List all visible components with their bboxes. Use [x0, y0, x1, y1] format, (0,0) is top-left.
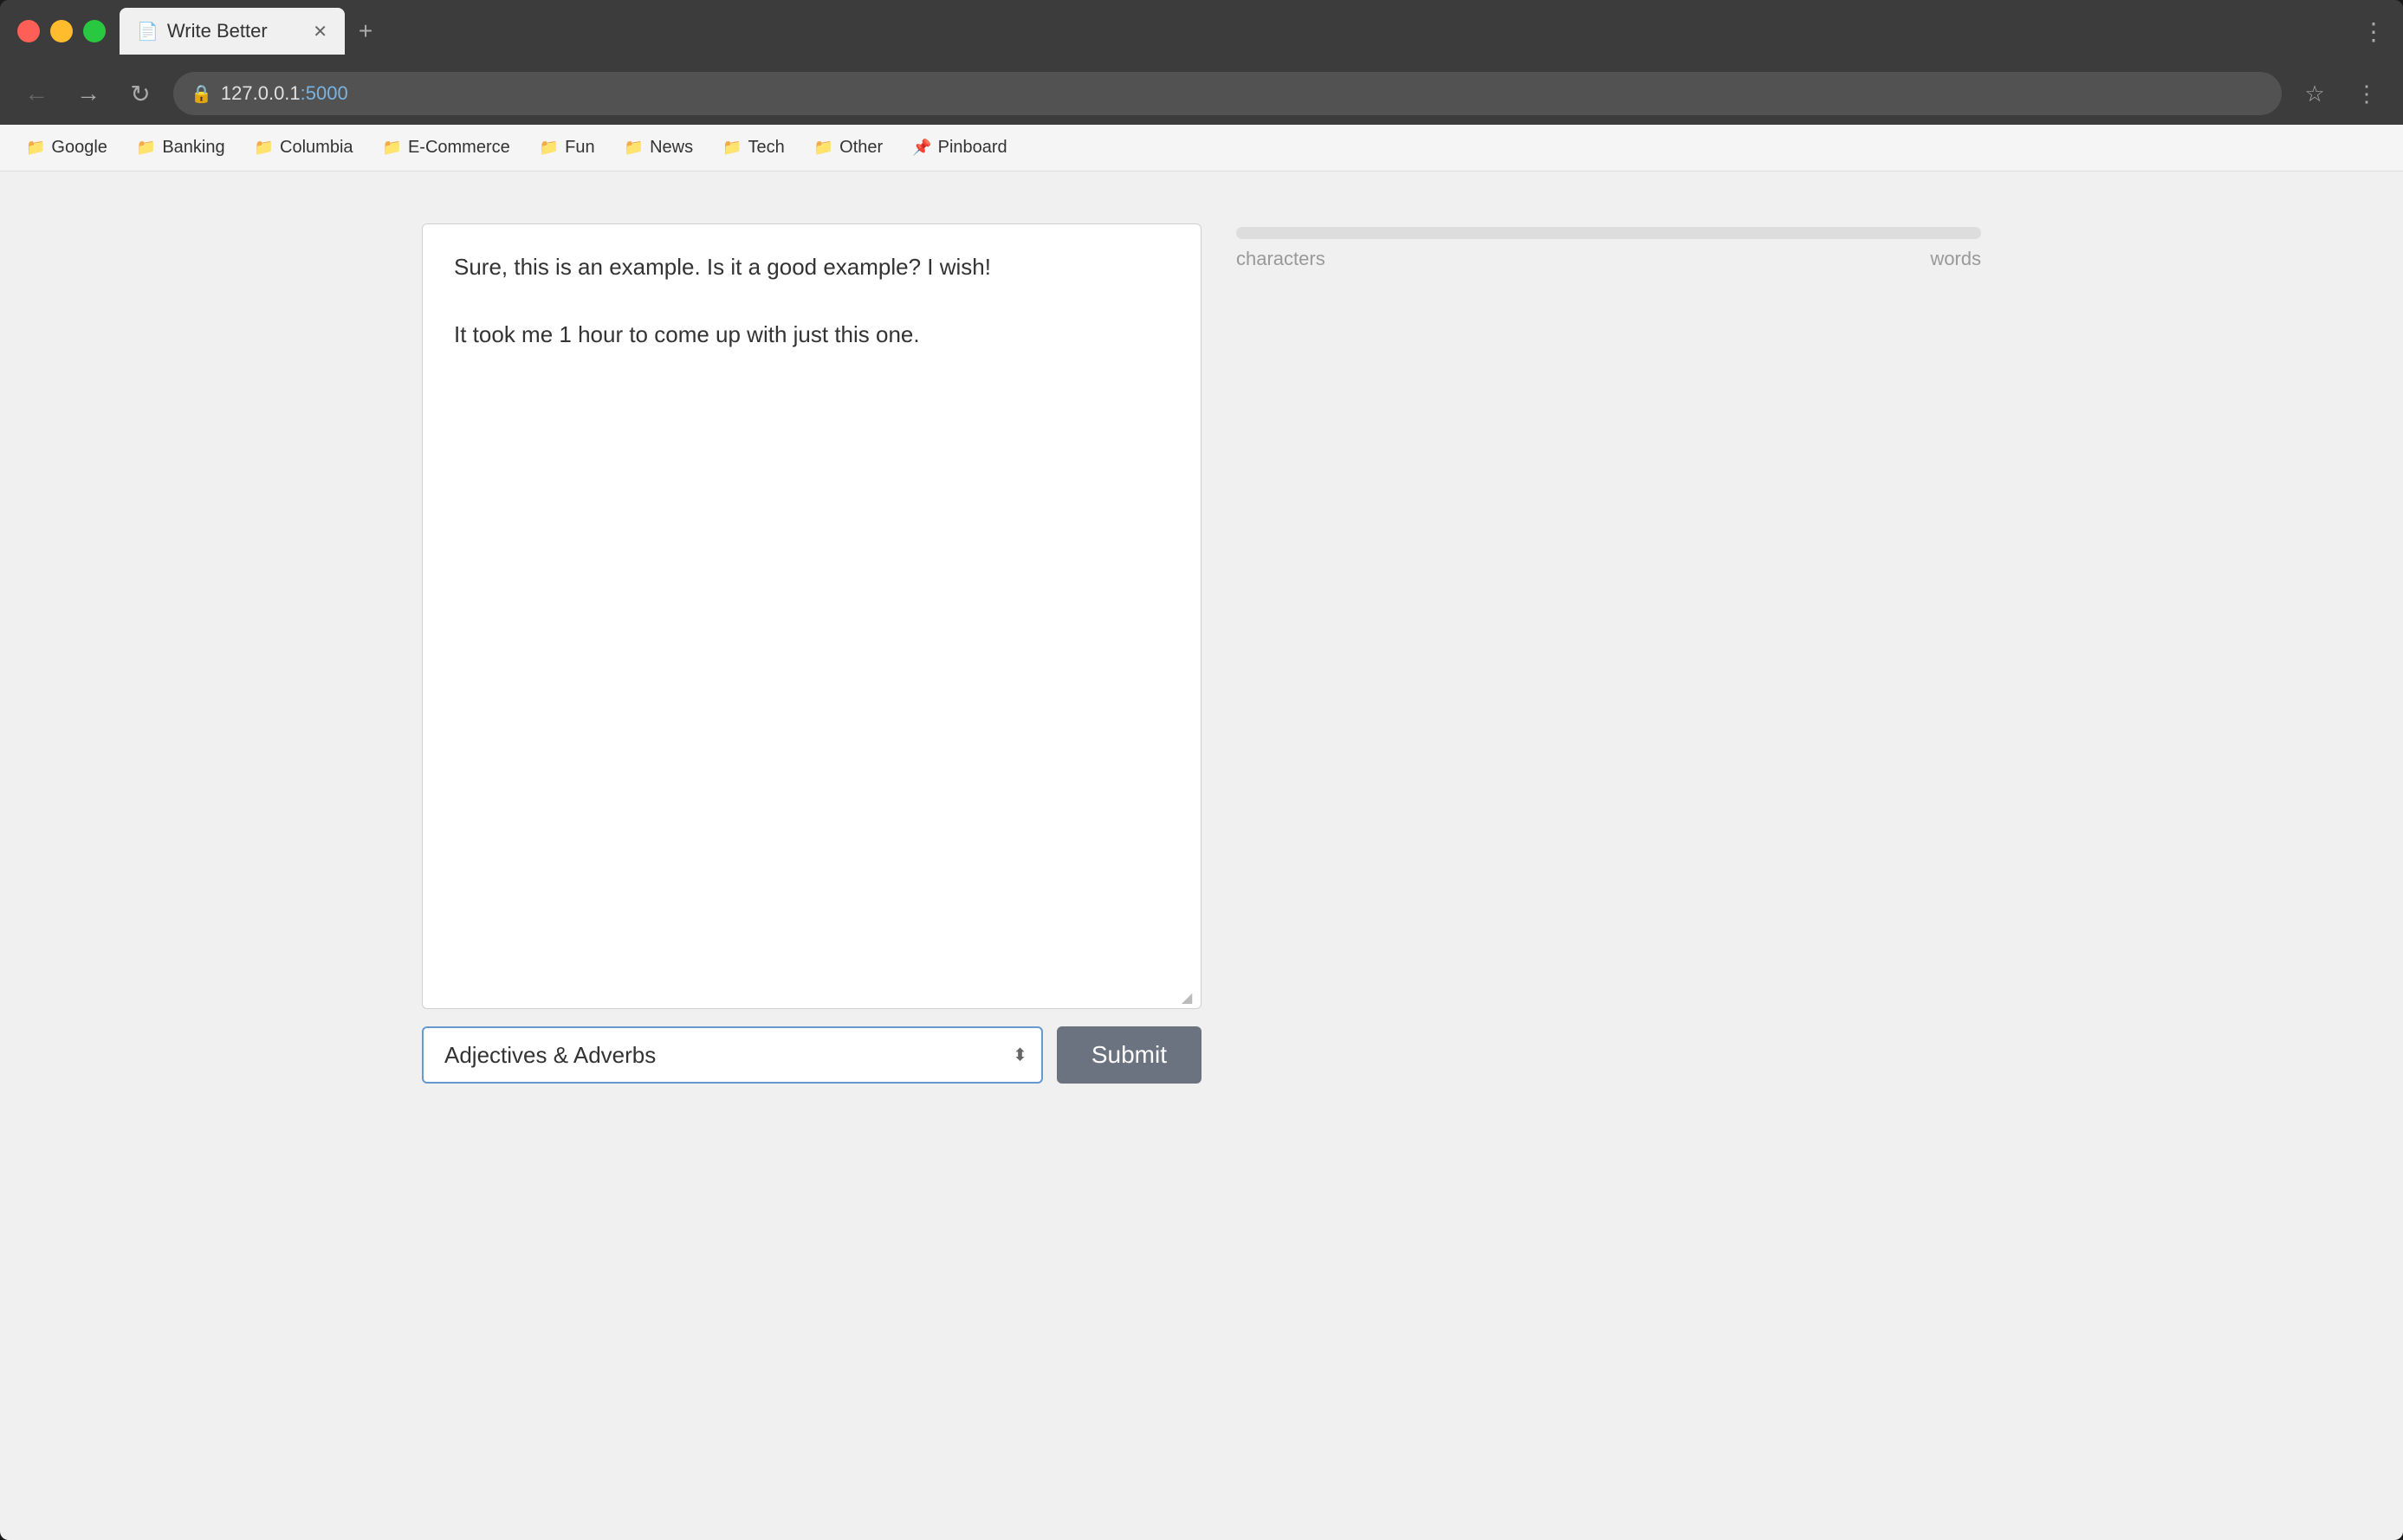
- folder-icon: 📁: [722, 139, 742, 157]
- title-bar: 📄 Write Better ✕ + ⋮: [0, 0, 2403, 62]
- lock-icon: 🔒: [191, 83, 212, 105]
- bookmark-star-button[interactable]: ☆: [2296, 74, 2334, 113]
- traffic-lights: [17, 20, 106, 42]
- page-content: Sure, this is an example. Is it a good e…: [0, 171, 2403, 1540]
- bookmark-label: Pinboard: [938, 138, 1007, 158]
- bookmark-ecommerce[interactable]: 📁 E-Commerce: [371, 133, 522, 163]
- text-editor[interactable]: Sure, this is an example. Is it a good e…: [423, 224, 1201, 1004]
- chrome-window: 📄 Write Better ✕ + ⋮ ← → ↻ 🔒 127.0.0.1:5…: [0, 0, 2403, 1540]
- folder-icon: 📁: [625, 139, 644, 157]
- chrome-menu-icon[interactable]: ⋮: [2361, 17, 2386, 46]
- tab-page-icon: 📄: [137, 21, 159, 42]
- characters-label: characters: [1236, 248, 1325, 270]
- maximize-button[interactable]: [83, 20, 106, 42]
- folder-icon: 📁: [137, 139, 156, 157]
- minimize-button[interactable]: [50, 20, 73, 42]
- active-tab[interactable]: 📄 Write Better ✕: [120, 8, 345, 55]
- text-area-wrapper: Sure, this is an example. Is it a good e…: [422, 223, 1202, 1009]
- bookmark-label: Fun: [565, 138, 594, 158]
- url-bar[interactable]: 🔒 127.0.0.1:5000: [173, 72, 2282, 115]
- pinboard-icon: 📌: [912, 139, 931, 157]
- url-text: 127.0.0.1:5000: [221, 82, 348, 105]
- folder-icon: 📁: [26, 139, 45, 157]
- folder-icon: 📁: [383, 139, 402, 157]
- window-controls: ⋮: [2361, 17, 2386, 46]
- bookmark-label: News: [650, 138, 693, 158]
- main-container: Sure, this is an example. Is it a good e…: [422, 223, 1981, 1084]
- left-panel: Sure, this is an example. Is it a good e…: [422, 223, 1202, 1084]
- tab-title: Write Better: [167, 20, 304, 42]
- tab-bar: 📄 Write Better ✕ +: [120, 8, 2348, 55]
- bookmark-label: Tech: [748, 138, 785, 158]
- bookmark-label: Google: [51, 138, 107, 158]
- bookmark-label: E-Commerce: [408, 138, 510, 158]
- stats-progress-bar: [1236, 227, 1981, 239]
- bookmark-google[interactable]: 📁 Google: [14, 133, 120, 163]
- analysis-type-select[interactable]: Adjectives & Adverbs Passive Voice Reada…: [422, 1026, 1043, 1084]
- close-button[interactable]: [17, 20, 40, 42]
- address-actions: ☆ ⋮: [2296, 74, 2386, 113]
- words-label: words: [1930, 248, 1981, 270]
- address-bar: ← → ↻ 🔒 127.0.0.1:5000 ☆ ⋮: [0, 62, 2403, 125]
- bottom-controls: Adjectives & Adverbs Passive Voice Reada…: [422, 1026, 1202, 1084]
- bookmark-pinboard[interactable]: 📌 Pinboard: [900, 133, 1019, 163]
- bookmark-banking[interactable]: 📁 Banking: [125, 133, 237, 163]
- bookmark-columbia[interactable]: 📁 Columbia: [243, 133, 366, 163]
- bookmarks-bar: 📁 Google 📁 Banking 📁 Columbia 📁 E-Commer…: [0, 125, 2403, 171]
- resize-handle-icon: ◢: [1182, 989, 1197, 1005]
- tab-close-icon[interactable]: ✕: [313, 21, 327, 42]
- chrome-options-button[interactable]: ⋮: [2348, 74, 2386, 113]
- folder-icon: 📁: [255, 139, 274, 157]
- new-tab-button[interactable]: +: [345, 10, 386, 52]
- stats-labels: characters words: [1236, 248, 1981, 270]
- bookmark-other[interactable]: 📁 Other: [802, 133, 895, 163]
- forward-button[interactable]: →: [69, 74, 107, 113]
- folder-icon: 📁: [540, 139, 559, 157]
- bookmark-fun[interactable]: 📁 Fun: [528, 133, 607, 163]
- analysis-select-wrapper: Adjectives & Adverbs Passive Voice Reada…: [422, 1026, 1043, 1084]
- reload-button[interactable]: ↻: [121, 74, 159, 113]
- bookmark-news[interactable]: 📁 News: [612, 133, 705, 163]
- bookmark-label: Banking: [162, 138, 224, 158]
- folder-icon: 📁: [814, 139, 833, 157]
- bookmark-tech[interactable]: 📁 Tech: [710, 133, 797, 163]
- submit-button[interactable]: Submit: [1057, 1026, 1202, 1084]
- bookmark-label: Other: [839, 138, 883, 158]
- back-button[interactable]: ←: [17, 74, 55, 113]
- right-panel: characters words: [1236, 223, 1981, 270]
- bookmark-label: Columbia: [280, 138, 353, 158]
